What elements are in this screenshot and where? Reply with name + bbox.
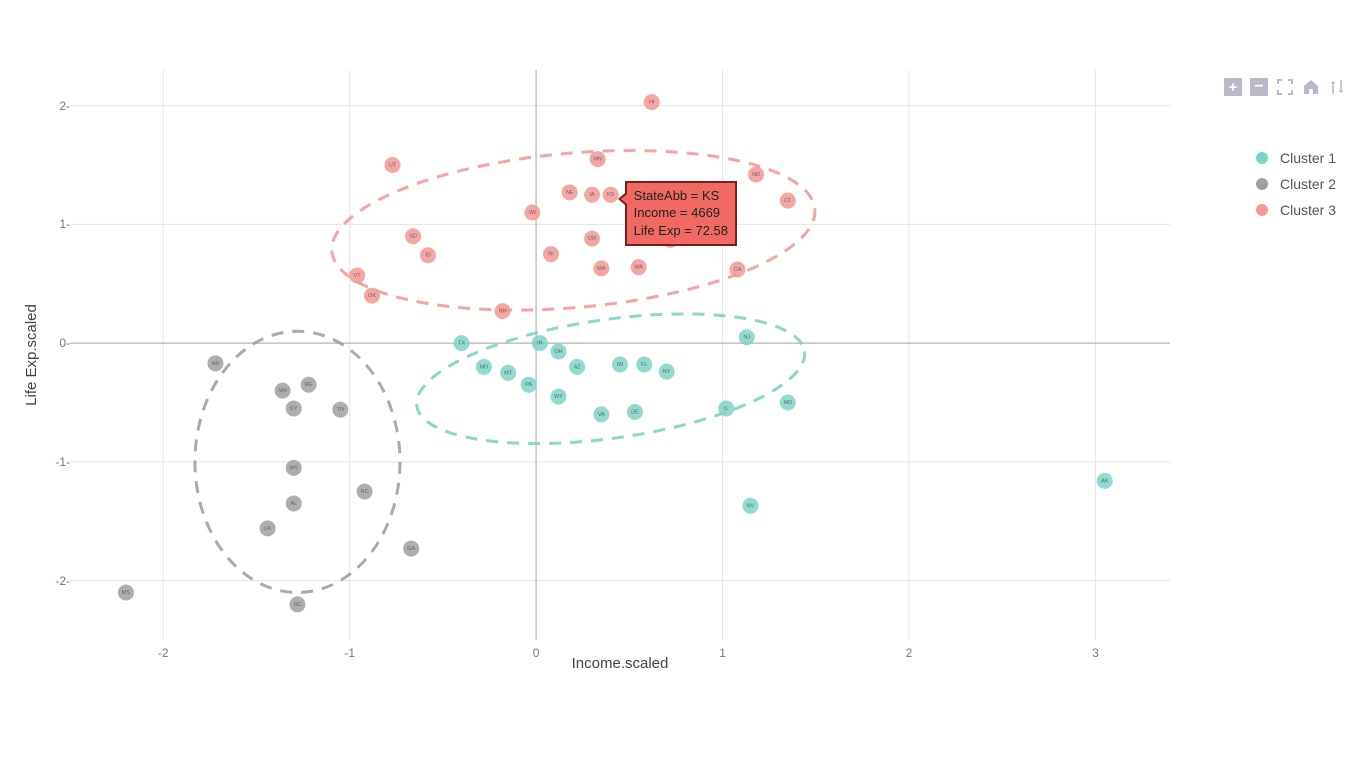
x-tick-label: -1 xyxy=(344,646,355,660)
point-DE[interactable] xyxy=(627,404,643,420)
point-MO[interactable] xyxy=(476,359,492,375)
point-WY[interactable] xyxy=(550,389,566,405)
point-SC[interactable] xyxy=(289,596,305,612)
point-AZ[interactable] xyxy=(569,359,585,375)
legend-item-cluster-1[interactable]: Cluster 1 xyxy=(1256,150,1336,166)
cluster-1-ellipse xyxy=(409,293,813,465)
point-SD[interactable] xyxy=(405,228,421,244)
point-MN[interactable] xyxy=(590,151,606,167)
point-FL[interactable] xyxy=(636,357,652,373)
legend-item-cluster-2[interactable]: Cluster 2 xyxy=(1256,176,1336,192)
point-NV[interactable] xyxy=(743,498,759,514)
point-NM[interactable] xyxy=(275,383,291,399)
point-NE[interactable] xyxy=(562,184,578,200)
point-VT[interactable] xyxy=(349,267,365,283)
point-AL[interactable] xyxy=(286,495,302,511)
fullscreen-icon[interactable] xyxy=(1276,78,1294,96)
point-MI[interactable] xyxy=(612,357,628,373)
point-NJ[interactable] xyxy=(739,329,755,345)
point-CT[interactable] xyxy=(780,193,796,209)
point-PA[interactable] xyxy=(521,377,537,393)
point-NY[interactable] xyxy=(659,364,675,380)
y-tick-label: 2 xyxy=(38,99,66,113)
point-NH[interactable] xyxy=(495,303,511,319)
point-OH[interactable] xyxy=(550,343,566,359)
y-tick-label: -2 xyxy=(38,574,66,588)
point-ND[interactable] xyxy=(748,167,764,183)
cluster-3-swatch xyxy=(1256,204,1268,216)
point-WA[interactable] xyxy=(631,259,647,275)
scatter-plot[interactable]: TXINOHMOMTPAAZWYMIFLNYVADEILNJMDNVAKARNM… xyxy=(70,70,1170,640)
point-VA[interactable] xyxy=(593,406,609,422)
point-NC[interactable] xyxy=(357,484,373,500)
zoom-out-icon[interactable]: − xyxy=(1250,78,1268,96)
plot-toolbar: + − xyxy=(1224,78,1346,96)
settings-icon[interactable] xyxy=(1328,78,1346,96)
x-tick-label: 3 xyxy=(1092,646,1099,660)
tooltip-line-state: StateAbb = KS xyxy=(634,187,728,205)
point-MA[interactable] xyxy=(593,260,609,276)
y-axis-title: Life Exp.scaled xyxy=(23,304,40,406)
point-IL[interactable] xyxy=(718,400,734,416)
legend-label: Cluster 3 xyxy=(1280,202,1336,218)
point-MT[interactable] xyxy=(500,365,516,381)
home-icon[interactable] xyxy=(1302,78,1320,96)
x-tick-label: -2 xyxy=(158,646,169,660)
point-ME[interactable] xyxy=(301,377,317,393)
point-IA[interactable] xyxy=(584,187,600,203)
tooltip-line-income: Income = 4669 xyxy=(634,204,728,222)
x-tick-label: 2 xyxy=(906,646,913,660)
point-OR[interactable] xyxy=(584,231,600,247)
point-LA[interactable] xyxy=(260,520,276,536)
legend-label: Cluster 2 xyxy=(1280,176,1336,192)
point-MD[interactable] xyxy=(780,395,796,411)
point-IN[interactable] xyxy=(532,335,548,351)
hover-tooltip: StateAbb = KS Income = 4669 Life Exp = 7… xyxy=(625,181,737,247)
point-TX[interactable] xyxy=(454,335,470,351)
point-HI[interactable] xyxy=(644,94,660,110)
cluster-2-swatch xyxy=(1256,178,1268,190)
zoom-in-icon[interactable]: + xyxy=(1224,78,1242,96)
point-OK[interactable] xyxy=(364,288,380,304)
legend-label: Cluster 1 xyxy=(1280,150,1336,166)
y-tick-label: 0 xyxy=(38,336,66,350)
point-WI[interactable] xyxy=(524,205,540,221)
y-tick-label: -1 xyxy=(38,455,66,469)
x-tick-label: 1 xyxy=(719,646,726,660)
cluster-1-swatch xyxy=(1256,152,1268,164)
point-KS[interactable] xyxy=(603,187,619,203)
point-RI[interactable] xyxy=(543,246,559,262)
y-tick-label: 1 xyxy=(38,217,66,231)
point-AK[interactable] xyxy=(1097,473,1113,489)
point-AR[interactable] xyxy=(207,355,223,371)
point-ID[interactable] xyxy=(420,247,436,263)
point-TN[interactable] xyxy=(332,402,348,418)
point-MS[interactable] xyxy=(118,585,134,601)
x-axis-title: Income.scaled xyxy=(572,655,669,672)
legend: Cluster 1 Cluster 2 Cluster 3 xyxy=(1256,140,1336,228)
point-UT[interactable] xyxy=(385,157,401,173)
x-tick-label: 0 xyxy=(533,646,540,660)
point-WV[interactable] xyxy=(286,460,302,476)
point-GA[interactable] xyxy=(403,541,419,557)
point-KY[interactable] xyxy=(286,400,302,416)
tooltip-line-life: Life Exp = 72.58 xyxy=(634,222,728,240)
point-CA[interactable] xyxy=(729,262,745,278)
legend-item-cluster-3[interactable]: Cluster 3 xyxy=(1256,202,1336,218)
